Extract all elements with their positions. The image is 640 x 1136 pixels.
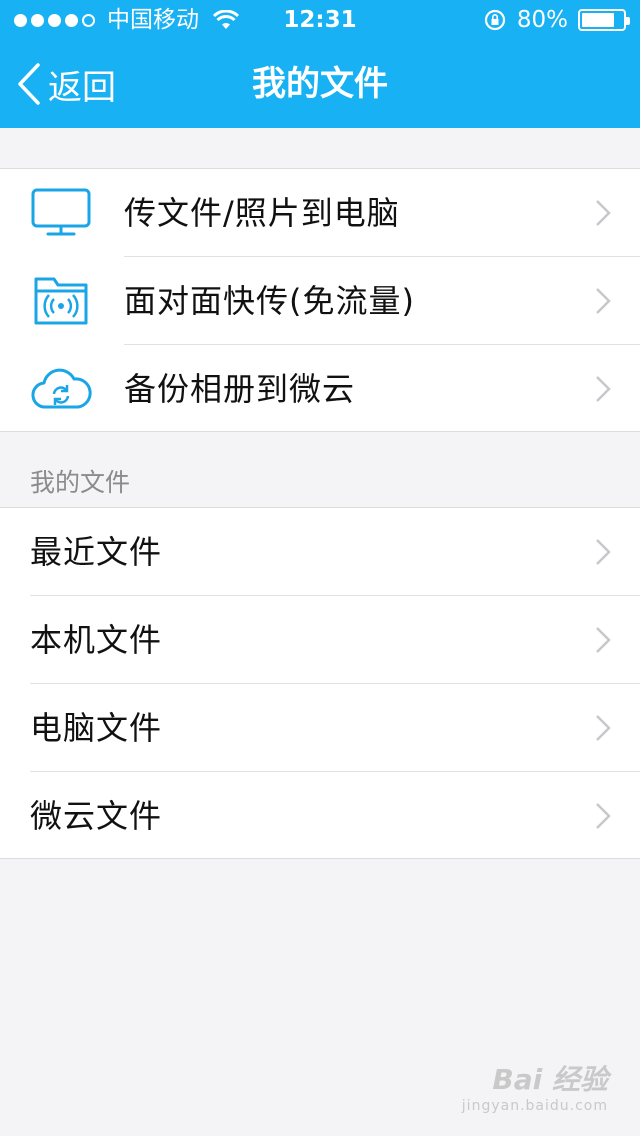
watermark-url: jingyan.baidu.com	[461, 1098, 608, 1114]
list-item-transfer-to-computer[interactable]: 传文件/照片到电脑	[0, 169, 640, 257]
list-item-label: 最近文件	[30, 533, 163, 571]
list-item-label: 微云文件	[30, 797, 163, 835]
battery-fill	[582, 13, 614, 27]
files-list: 最近文件 本机文件 电脑文件 微云文件	[0, 507, 640, 859]
cloud-sync-icon	[31, 368, 92, 409]
list-item-label: 本机文件	[30, 621, 163, 659]
status-right: 80%	[483, 0, 630, 40]
transfer-list: 传文件/照片到电脑 面对面快传(免流量) 备份相册到微云	[0, 168, 640, 432]
chevron-right-icon	[596, 715, 611, 741]
list-item-weiyun-files[interactable]: 微云文件	[0, 772, 640, 860]
status-bar: 中国移动 12:31 80%	[0, 0, 640, 40]
top-bar: 中国移动 12:31 80% 返回 我的文件	[0, 0, 640, 128]
rotation-lock-icon	[484, 9, 505, 31]
battery-percent: 80%	[516, 7, 568, 33]
list-item-label: 备份相册到微云	[124, 370, 356, 408]
watermark: Bai 经验 jingyan.baidu.com	[462, 1058, 608, 1114]
watermark-logo: Bai 经验	[492, 1063, 608, 1096]
list-item-backup-album[interactable]: 备份相册到微云	[0, 345, 640, 433]
chevron-right-icon	[596, 539, 611, 565]
list-item-face-to-face-transfer[interactable]: 面对面快传(免流量)	[0, 257, 640, 345]
page-title: 我的文件	[252, 64, 388, 104]
chevron-right-icon	[596, 627, 611, 653]
list-item-label: 传文件/照片到电脑	[124, 194, 400, 232]
list-item-label: 面对面快传(免流量)	[124, 282, 415, 320]
list-item-computer-files[interactable]: 电脑文件	[0, 684, 640, 772]
navigation-bar: 返回 我的文件	[0, 40, 640, 128]
chevron-right-icon	[596, 376, 611, 402]
monitor-icon	[31, 188, 91, 236]
chevron-right-icon	[596, 288, 611, 314]
chevron-right-icon	[596, 803, 611, 829]
list-item-label: 电脑文件	[30, 709, 163, 747]
battery-icon	[578, 9, 630, 31]
section-header-my-files: 我的文件	[30, 468, 131, 497]
list-item-local-files[interactable]: 本机文件	[0, 596, 640, 684]
chevron-right-icon	[596, 200, 611, 226]
folder-wireless-icon	[34, 277, 88, 325]
list-item-recent-files[interactable]: 最近文件	[0, 508, 640, 596]
